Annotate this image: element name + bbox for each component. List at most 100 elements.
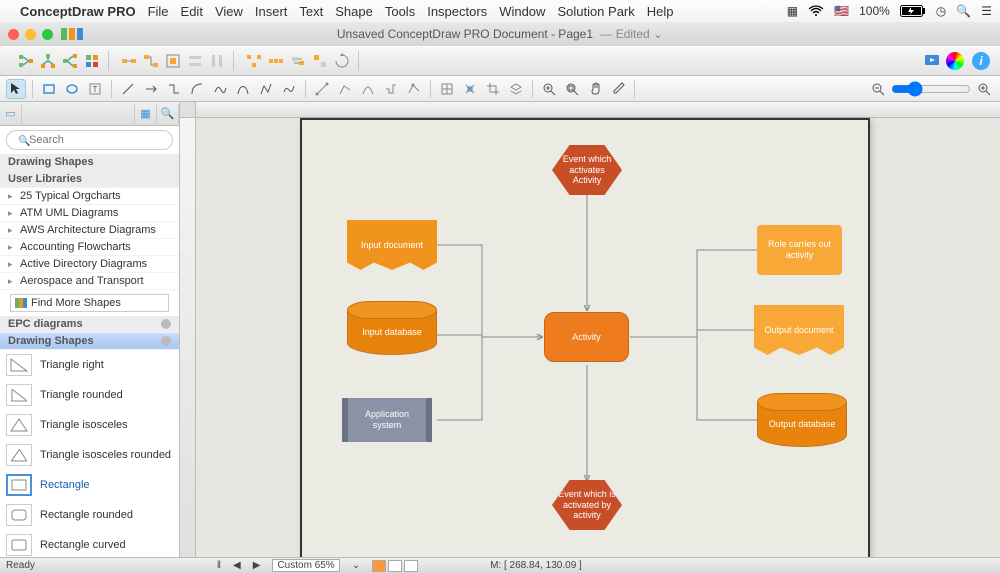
lib-item-aerospace[interactable]: ▸Aerospace and Transport (0, 273, 179, 290)
segment3-tool-icon[interactable] (358, 79, 378, 99)
menu-inspectors[interactable]: Inspectors (427, 4, 487, 19)
clock-icon[interactable]: ◷ (936, 4, 946, 18)
segment2-tool-icon[interactable] (335, 79, 355, 99)
snap-tool-icon[interactable] (460, 79, 480, 99)
shape-triangle-isosceles-rounded[interactable]: Triangle isosceles rounded (0, 440, 179, 470)
bezier-tool-icon[interactable] (233, 79, 253, 99)
drawing-page[interactable]: Event which activates Activity Input doc… (300, 118, 870, 557)
spline-tool-icon[interactable] (210, 79, 230, 99)
wifi-icon[interactable] (808, 5, 824, 17)
toolbar-connect3-icon[interactable] (163, 51, 183, 71)
pointer-tool-icon[interactable] (6, 79, 26, 99)
close-window-button[interactable] (8, 29, 19, 40)
lib-item-orgcharts[interactable]: ▸25 Typical Orgcharts (0, 188, 179, 205)
battery-icon[interactable] (900, 5, 926, 17)
edit-points-tool-icon[interactable] (437, 79, 457, 99)
grid-status-icon[interactable]: ▦ (787, 4, 798, 18)
segment4-tool-icon[interactable] (381, 79, 401, 99)
zoom-out-icon[interactable] (868, 79, 888, 99)
find-more-shapes-button[interactable]: Find More Shapes (10, 294, 169, 312)
info-button-icon[interactable]: i (972, 52, 990, 70)
sidebar-tab-search[interactable]: 🔍 (157, 104, 179, 124)
node-event-bottom[interactable]: Event which is activated by activity (552, 480, 622, 530)
toolbar-swap2-icon[interactable] (310, 51, 330, 71)
toolbar-connect2-icon[interactable] (141, 51, 161, 71)
toolbar-connect1-icon[interactable] (119, 51, 139, 71)
page-tab-1[interactable] (372, 560, 386, 572)
tree-header-user-libraries[interactable]: User Libraries (0, 171, 179, 188)
toolbar-chart2-icon[interactable] (38, 51, 58, 71)
lib-item-accounting[interactable]: ▸Accounting Flowcharts (0, 239, 179, 256)
shape-rectangle-rounded[interactable]: Rectangle rounded (0, 500, 179, 530)
toolbar-distribute2-icon[interactable] (266, 51, 286, 71)
polyline-tool-icon[interactable] (256, 79, 276, 99)
tree-header-drawing-shapes-2[interactable]: Drawing Shapes (0, 333, 179, 350)
line-tool-icon[interactable] (118, 79, 138, 99)
zoom-slider[interactable] (891, 81, 971, 97)
smart-connector-tool-icon[interactable] (164, 79, 184, 99)
node-role[interactable]: Role carries out activity (757, 225, 842, 275)
node-output-database[interactable]: Output database (757, 402, 847, 447)
menu-file[interactable]: File (148, 4, 169, 19)
zoom-combo[interactable]: Custom 65% (272, 559, 339, 572)
toolbar-connect5-icon[interactable] (207, 51, 227, 71)
toolbar-presentation-icon[interactable] (922, 51, 942, 71)
menu-text[interactable]: Text (299, 4, 323, 19)
library-search-input[interactable] (6, 130, 173, 150)
page-tab-2[interactable] (388, 560, 402, 572)
toolbar-swap1-icon[interactable] (288, 51, 308, 71)
menu-view[interactable]: View (215, 4, 243, 19)
node-application-system[interactable]: Application system (342, 398, 432, 442)
spotlight-icon[interactable]: 🔍 (956, 4, 971, 18)
lib-item-active-directory[interactable]: ▸Active Directory Diagrams (0, 256, 179, 273)
text-tool-icon[interactable]: T (85, 79, 105, 99)
lib-item-aws[interactable]: ▸AWS Architecture Diagrams (0, 222, 179, 239)
freehand-tool-icon[interactable] (279, 79, 299, 99)
toolbar-chart1-icon[interactable] (16, 51, 36, 71)
toolbar-distribute1-icon[interactable] (244, 51, 264, 71)
menu-tools[interactable]: Tools (385, 4, 415, 19)
node-output-document[interactable]: Output document (754, 305, 844, 355)
menu-shape[interactable]: Shape (335, 4, 373, 19)
lib-item-atm-uml[interactable]: ▸ATM UML Diagrams (0, 205, 179, 222)
arc-tool-icon[interactable] (187, 79, 207, 99)
app-name-menu[interactable]: ConceptDraw PRO (20, 4, 136, 19)
shape-triangle-isosceles[interactable]: Triangle isosceles (0, 410, 179, 440)
minimize-window-button[interactable] (25, 29, 36, 40)
zoom-window-button[interactable] (42, 29, 53, 40)
rect-tool-icon[interactable] (39, 79, 59, 99)
menu-window[interactable]: Window (499, 4, 545, 19)
menu-insert[interactable]: Insert (255, 4, 288, 19)
connector-tool-icon[interactable] (141, 79, 161, 99)
menu-help[interactable]: Help (647, 4, 674, 19)
zoom-in-tool-icon[interactable] (539, 79, 559, 99)
eyedropper-tool-icon[interactable] (608, 79, 628, 99)
document-edited-indicator[interactable]: — Edited ⌄ (600, 27, 663, 41)
page-nav-prev[interactable]: ◀ (233, 560, 241, 571)
flag-icon[interactable]: 🇺🇸 (834, 4, 849, 18)
toolbar-connect4-icon[interactable] (185, 51, 205, 71)
tree-header-drawing-shapes[interactable]: Drawing Shapes (0, 154, 179, 171)
shape-triangle-rounded[interactable]: Triangle rounded (0, 380, 179, 410)
zoom-fit-tool-icon[interactable] (562, 79, 582, 99)
shape-rectangle-curved[interactable]: Rectangle curved (0, 530, 179, 557)
page-nav-next[interactable]: ▶ (253, 560, 261, 571)
color-picker-icon[interactable] (946, 52, 964, 70)
node-activity[interactable]: Activity (544, 312, 629, 362)
toolbar-chart4-icon[interactable] (82, 51, 102, 71)
shape-rectangle[interactable]: Rectangle (0, 470, 179, 500)
ellipse-tool-icon[interactable] (62, 79, 82, 99)
node-input-database[interactable]: Input database (347, 310, 437, 355)
tree-header-epc[interactable]: EPC diagrams (0, 316, 179, 333)
layers-tool-icon[interactable] (506, 79, 526, 99)
canvas-area[interactable]: Event which activates Activity Input doc… (180, 102, 1000, 557)
page-tab-3[interactable] (404, 560, 418, 572)
shape-triangle-right[interactable]: Triangle right (0, 350, 179, 380)
sidebar-tab-grid[interactable]: ▦ (135, 104, 157, 124)
node-input-document[interactable]: Input document (347, 220, 437, 270)
menu-edit[interactable]: Edit (181, 4, 203, 19)
sidebar-tab-libraries[interactable]: ▭ (0, 104, 22, 124)
node-event-top[interactable]: Event which activates Activity (552, 145, 622, 195)
toolbar-chart3-icon[interactable] (60, 51, 80, 71)
menu-list-icon[interactable]: ☰ (981, 4, 992, 18)
